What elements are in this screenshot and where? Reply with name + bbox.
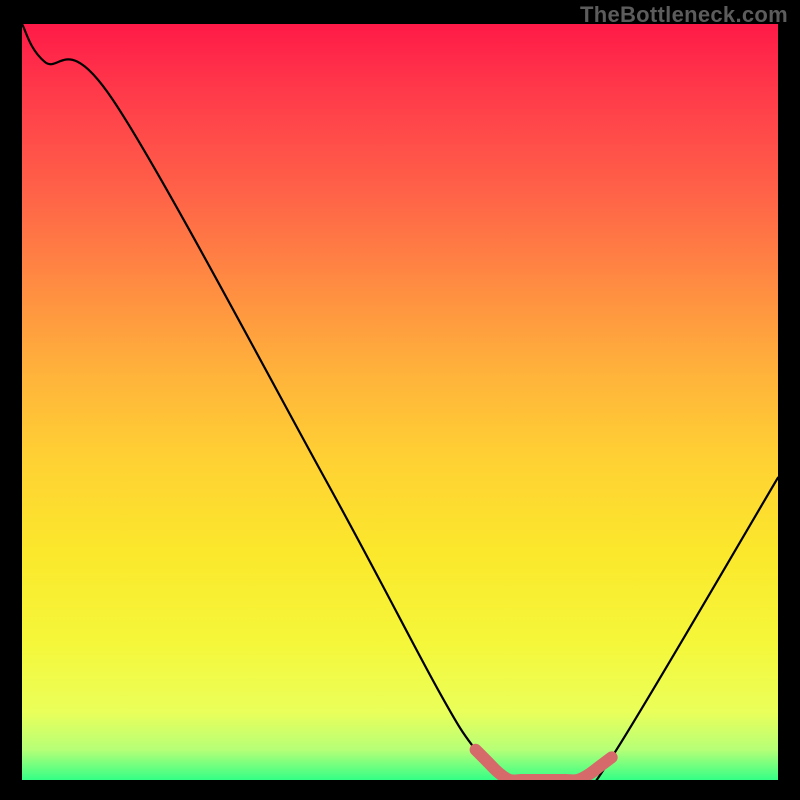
attribution-text: TheBottleneck.com xyxy=(580,2,788,28)
bottleneck-gradient-background xyxy=(22,24,778,780)
chart-plot-area xyxy=(22,24,778,780)
